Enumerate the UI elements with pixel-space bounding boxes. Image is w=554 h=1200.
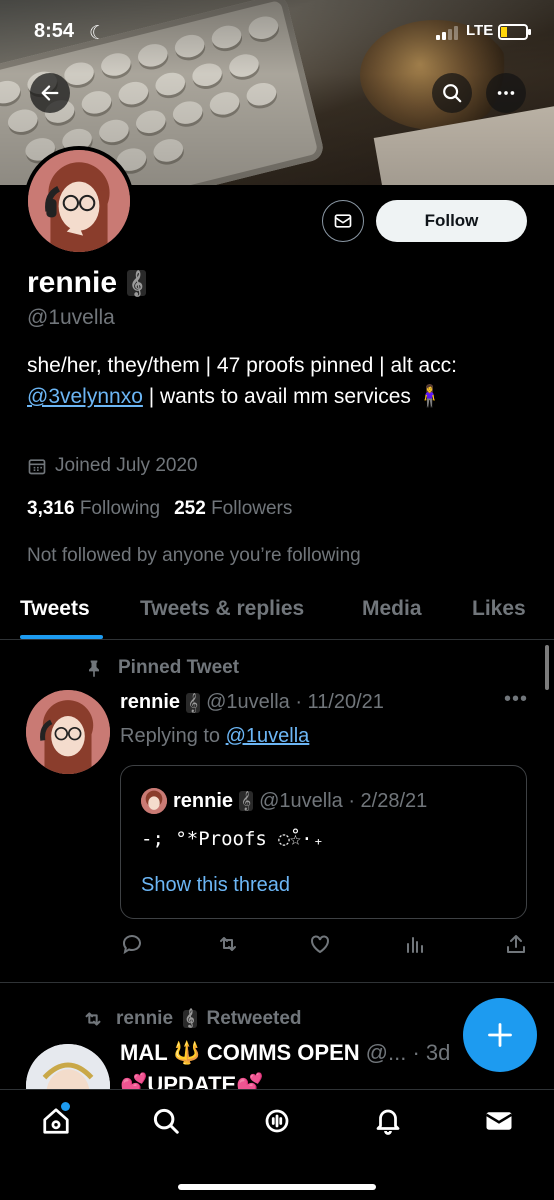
quoted-author-name: rennie bbox=[173, 789, 234, 812]
person-standing-emoji: 🧍‍♀️ bbox=[416, 385, 443, 408]
retweet-icon bbox=[85, 1012, 101, 1026]
profile-bio: she/her, they/them | 47 proofs pinned | … bbox=[27, 350, 527, 412]
bio-text-2: | wants to avail mm services bbox=[142, 385, 417, 408]
musical-score-emoji: 𝄞 bbox=[186, 692, 201, 713]
tab-tweets[interactable]: Tweets bbox=[20, 597, 90, 621]
follow-button[interactable]: Follow bbox=[376, 200, 527, 242]
mail-icon bbox=[334, 214, 352, 228]
show-thread-link[interactable]: Show this thread bbox=[141, 874, 290, 897]
status-bar: 8:54 ☾ LTE bbox=[0, 18, 554, 48]
tweet-handle-date: @1uvella · 11/20/21 bbox=[206, 691, 384, 713]
pinned-label-text: Pinned Tweet bbox=[118, 657, 240, 678]
retweet-icon[interactable] bbox=[216, 932, 240, 956]
analytics-icon[interactable] bbox=[403, 932, 427, 956]
joined-text: Joined July 2020 bbox=[55, 455, 198, 476]
following-label: Following bbox=[79, 498, 161, 519]
scrollbar[interactable] bbox=[545, 645, 549, 690]
retweet-author-name[interactable]: MAL 🔱 COMMS OPEN bbox=[120, 1040, 360, 1066]
bottom-navigation bbox=[0, 1089, 554, 1200]
retweeted-label: rennie 𝄞 Retweeted bbox=[80, 1008, 302, 1030]
followers-count: 252 bbox=[174, 498, 206, 519]
followers-count-link[interactable]: 252 Followers bbox=[174, 498, 292, 520]
search-icon[interactable] bbox=[151, 1106, 181, 1136]
tweet-author-name[interactable]: rennie bbox=[120, 691, 180, 714]
musical-score-emoji: 𝄞 bbox=[239, 791, 254, 811]
search-button[interactable] bbox=[432, 73, 472, 113]
quoted-handle-date: @1uvella · 2/28/21 bbox=[259, 789, 428, 812]
retweet-header: MAL 🔱 COMMS OPEN @... · 3d bbox=[120, 1040, 450, 1066]
replying-to: Replying to @1uvella bbox=[120, 725, 309, 748]
tab-tweets-replies[interactable]: Tweets & replies bbox=[140, 597, 304, 621]
profile-tabs: Tweets Tweets & replies Media Likes bbox=[0, 585, 554, 640]
status-time: 8:54 bbox=[34, 20, 75, 42]
like-icon[interactable] bbox=[308, 932, 332, 956]
home-indicator bbox=[178, 1184, 376, 1190]
tab-media[interactable]: Media bbox=[362, 597, 422, 621]
tweet-divider bbox=[0, 982, 554, 983]
search-icon bbox=[443, 84, 462, 103]
tweet-more-icon[interactable]: ••• bbox=[504, 688, 528, 711]
pin-icon bbox=[89, 660, 99, 678]
tweet-actions bbox=[120, 932, 530, 958]
following-count-link[interactable]: 3,316 Following bbox=[27, 498, 160, 520]
not-followed-note: Not followed by anyone you’re following bbox=[27, 545, 361, 566]
battery-icon bbox=[498, 24, 531, 40]
replying-to-link[interactable]: @1uvella bbox=[226, 725, 310, 747]
message-button[interactable] bbox=[322, 200, 364, 242]
plus-icon bbox=[488, 1023, 512, 1047]
avatar-image bbox=[28, 150, 130, 252]
spaces-icon[interactable] bbox=[262, 1106, 292, 1136]
share-icon[interactable] bbox=[504, 932, 528, 956]
profile-name-text: rennie bbox=[27, 266, 118, 299]
retweet-handle-date: @... · 3d bbox=[365, 1040, 451, 1065]
more-options-button[interactable] bbox=[486, 73, 526, 113]
musical-score-emoji: 𝄞 bbox=[183, 1010, 197, 1028]
arrow-left-icon bbox=[41, 85, 59, 101]
avatar-image bbox=[26, 690, 110, 774]
quoted-author-avatar bbox=[141, 788, 167, 814]
quoted-tweet[interactable]: rennie 𝄞 @1uvella · 2/28/21 -; °*Proofs … bbox=[120, 765, 527, 919]
notifications-icon[interactable] bbox=[373, 1106, 403, 1136]
retweeted-by-name: rennie bbox=[116, 1008, 174, 1029]
profile-name: rennie 𝄞 bbox=[27, 266, 147, 300]
following-count: 3,316 bbox=[27, 498, 75, 519]
profile-avatar[interactable] bbox=[24, 146, 134, 256]
musical-score-emoji: 𝄞 bbox=[127, 270, 147, 296]
profile-handle: @1uvella bbox=[27, 306, 115, 329]
tab-likes[interactable]: Likes bbox=[472, 597, 526, 621]
bio-alt-account-link[interactable]: @3velynnxo bbox=[27, 385, 143, 408]
bio-text-1: she/her, they/them | 47 proofs pinned | … bbox=[27, 354, 457, 377]
back-button[interactable] bbox=[30, 73, 70, 113]
followers-label: Followers bbox=[211, 498, 293, 519]
pinned-label: Pinned Tweet bbox=[84, 657, 239, 679]
network-label: LTE bbox=[466, 22, 494, 39]
compose-tweet-button[interactable] bbox=[463, 998, 537, 1072]
moon-icon: ☾ bbox=[89, 23, 107, 44]
home-notification-dot bbox=[61, 1102, 70, 1111]
signal-icon bbox=[436, 26, 458, 40]
replying-prefix: Replying to bbox=[120, 725, 226, 747]
joined-date: Joined July 2020 bbox=[27, 455, 198, 477]
more-horizontal-icon bbox=[497, 91, 515, 95]
active-tab-indicator bbox=[20, 635, 103, 639]
tweet-header: rennie 𝄞 @1uvella · 11/20/21 bbox=[120, 691, 384, 714]
calendar-icon bbox=[28, 459, 46, 475]
follow-counts: 3,316 Following 252 Followers bbox=[27, 498, 292, 520]
tweet-author-avatar[interactable] bbox=[26, 690, 110, 774]
retweeted-label-text: Retweeted bbox=[206, 1008, 302, 1029]
quoted-tweet-text: -; °*Proofs ◌̊☆·₊ bbox=[141, 828, 325, 850]
messages-icon[interactable] bbox=[484, 1106, 514, 1136]
quoted-tweet-header: rennie 𝄞 @1uvella · 2/28/21 bbox=[141, 788, 427, 814]
reply-icon[interactable] bbox=[120, 932, 144, 956]
retweet-text: 💕UPDATE💕 bbox=[120, 1072, 264, 1089]
